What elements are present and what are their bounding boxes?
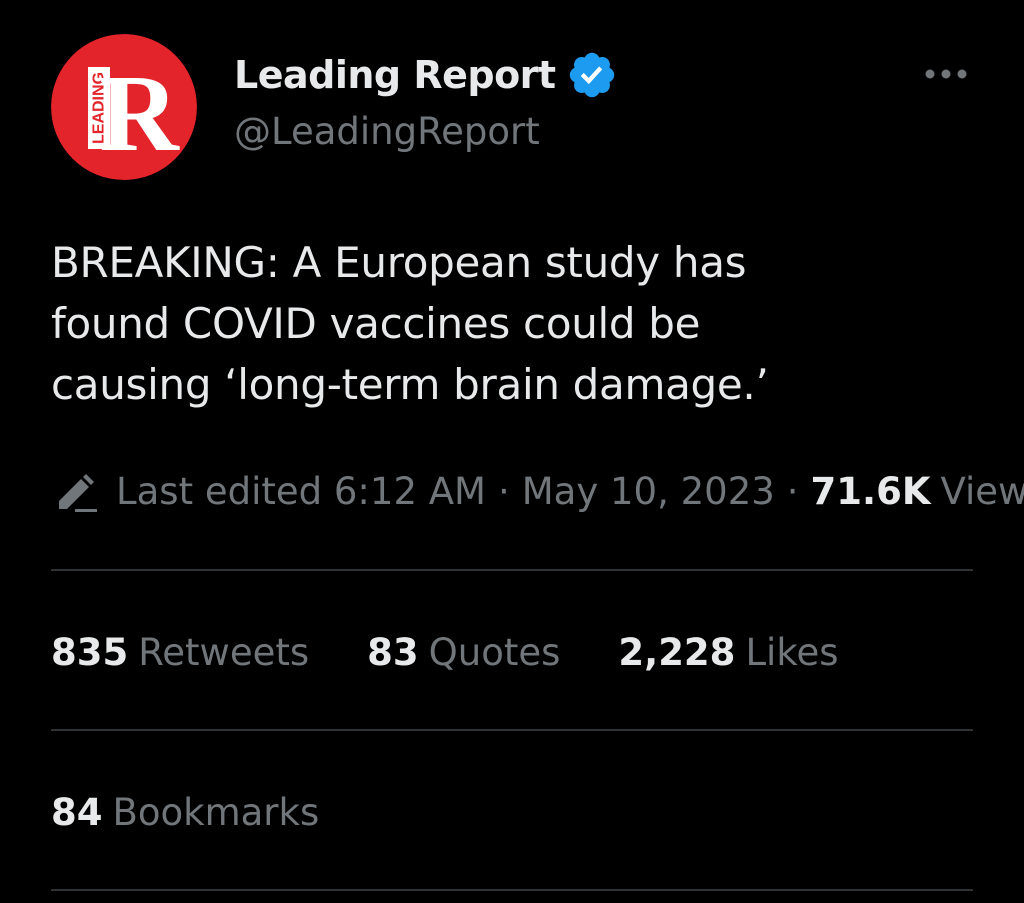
likes-count: 2,228 xyxy=(618,630,736,674)
divider xyxy=(51,889,973,891)
divider xyxy=(51,569,973,571)
avatar-letter: R xyxy=(99,52,180,174)
bookmarks-label: Bookmarks xyxy=(112,790,320,834)
tweet-text: BREAKING: A European study has found COV… xyxy=(51,238,769,409)
avatar[interactable]: LEADING R xyxy=(51,34,197,180)
likes-stat[interactable]: 2,228 Likes xyxy=(618,631,838,674)
more-horizontal-icon xyxy=(925,69,967,79)
divider xyxy=(51,729,973,731)
verified-badge-icon[interactable] xyxy=(566,49,618,101)
retweets-label: Retweets xyxy=(138,630,310,674)
display-name[interactable]: Leading Report xyxy=(234,53,556,97)
retweets-stat[interactable]: 835 Retweets xyxy=(51,631,309,674)
tweet-date[interactable]: May 10, 2023 xyxy=(522,470,775,513)
more-options-button[interactable] xyxy=(916,56,976,92)
quotes-count: 83 xyxy=(367,630,419,674)
tweet-time[interactable]: 6:12 AM xyxy=(334,470,486,513)
quotes-stat[interactable]: 83 Quotes xyxy=(367,631,560,674)
views-count: 71.6K xyxy=(810,469,931,513)
likes-label: Likes xyxy=(745,630,839,674)
meta-separator: · xyxy=(497,469,510,513)
edited-label[interactable]: Last edited xyxy=(116,470,322,513)
author-handle[interactable]: @LeadingReport xyxy=(234,110,540,153)
tweet-meta: Last edited 6:12 AM · May 10, 2023 · 71.… xyxy=(55,466,1024,516)
engagement-stats: 835 Retweets 83 Quotes 2,228 Likes xyxy=(51,625,838,679)
bookmarks-stat-row: 84 Bookmarks xyxy=(51,785,319,839)
bookmarks-stat[interactable]: 84 Bookmarks xyxy=(51,791,319,834)
author-name-row: Leading Report xyxy=(234,50,618,100)
retweets-count: 835 xyxy=(51,630,129,674)
quotes-label: Quotes xyxy=(428,630,561,674)
bookmarks-count: 84 xyxy=(51,790,103,834)
views-label: Views xyxy=(940,469,1024,513)
pencil-icon[interactable] xyxy=(55,469,99,513)
meta-separator: · xyxy=(786,469,799,513)
leading-report-logo: LEADING R xyxy=(51,34,197,180)
